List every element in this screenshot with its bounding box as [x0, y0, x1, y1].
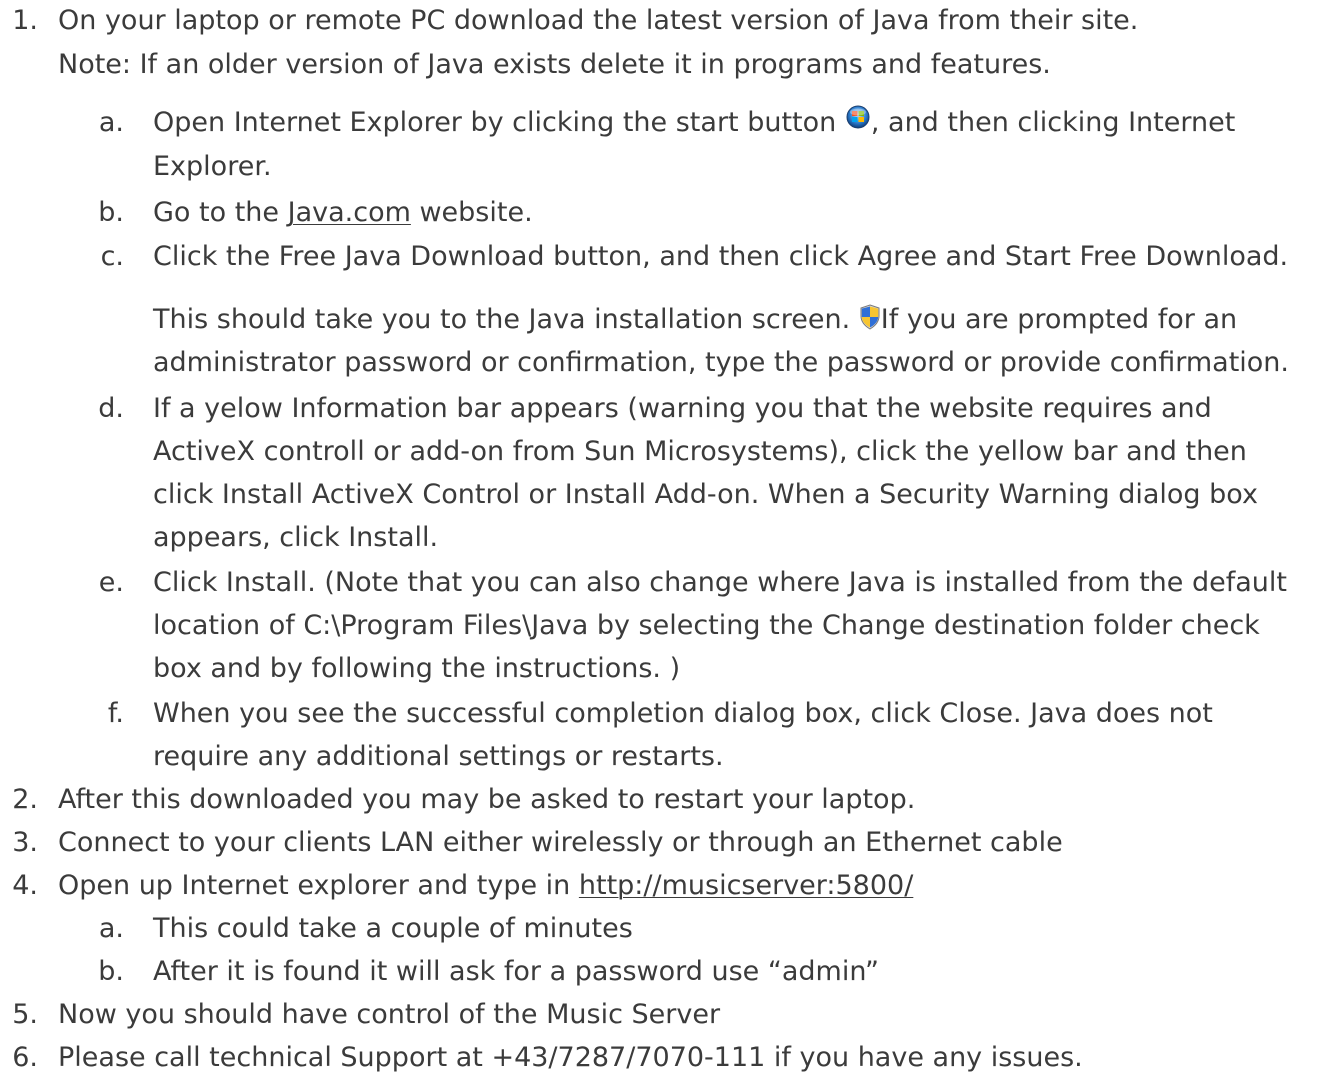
substep-letter: d.	[98, 393, 124, 424]
windows-start-orb-icon	[845, 104, 871, 130]
step-text: After this downloaded you may be asked t…	[58, 784, 916, 815]
substep-text: This could take a couple of minutes	[153, 913, 633, 944]
substep-text: Explorer.	[153, 151, 272, 182]
substep-text: Click Install. (Note that you can also c…	[153, 567, 1287, 598]
substep-text-part: , and then clicking Internet	[870, 107, 1236, 138]
substep-letter: b.	[98, 956, 124, 987]
step-note: Note: If an older version of Java exists…	[58, 49, 1051, 80]
substep-letter: c.	[100, 241, 124, 272]
substep-text-part: Open Internet Explorer by clicking the s…	[153, 107, 845, 138]
substep-text: This should take you to the Java install…	[153, 301, 1237, 339]
step-number: 3.	[12, 827, 38, 858]
substep-text: click Install ActiveX Control or Install…	[153, 479, 1258, 510]
step-text-part: Open up Internet explorer and type in	[58, 870, 579, 901]
substep-text: location of C:\Program Files\Java by sel…	[153, 610, 1260, 641]
step-text: Connect to your clients LAN either wirel…	[58, 827, 1063, 858]
substep-text-part: Go to the	[153, 197, 288, 228]
substep-text: box and by following the instructions. )	[153, 653, 681, 684]
substep-text: Open Internet Explorer by clicking the s…	[153, 104, 1235, 142]
step-text: Now you should have control of the Music…	[58, 999, 721, 1030]
substep-text: Click the Free Java Download button, and…	[153, 241, 1289, 272]
substep-text: ActiveX controll or add-on from Sun Micr…	[153, 436, 1247, 467]
substep-letter: b.	[98, 197, 124, 228]
substep-letter: a.	[98, 913, 124, 944]
java-com-link[interactable]: Java.com	[288, 197, 411, 228]
step-number: 1.	[12, 5, 38, 36]
substep-text-part: If you are prompted for an	[880, 304, 1238, 335]
step-text: Please call technical Support at +43/728…	[58, 1042, 1083, 1073]
substep-text: After it is found it will ask for a pass…	[153, 956, 879, 987]
substep-text: require any additional settings or resta…	[153, 741, 724, 772]
substep-letter: e.	[98, 567, 124, 598]
step-number: 4.	[12, 870, 38, 901]
step-text: Open up Internet explorer and type in ht…	[58, 867, 913, 905]
uac-shield-icon	[859, 303, 881, 330]
substep-text: Go to the Java.com website.	[153, 194, 533, 232]
step-text: On your laptop or remote PC download the…	[58, 5, 1139, 36]
substep-text: appears, click Install.	[153, 522, 439, 553]
step-number: 5.	[12, 999, 38, 1030]
substep-text-part: This should take you to the Java install…	[153, 304, 859, 335]
substep-text: If a yelow Information bar appears (warn…	[153, 393, 1212, 424]
substep-letter: a.	[98, 107, 124, 138]
step-number: 2.	[12, 784, 38, 815]
substep-text-part: website.	[410, 197, 533, 228]
step-number: 6.	[12, 1042, 38, 1073]
musicserver-link[interactable]: http://musicserver:5800/	[579, 870, 913, 901]
substep-text: When you see the successful completion d…	[153, 698, 1213, 729]
substep-text: administrator password or confirmation, …	[153, 347, 1289, 378]
substep-letter: f.	[107, 698, 124, 729]
